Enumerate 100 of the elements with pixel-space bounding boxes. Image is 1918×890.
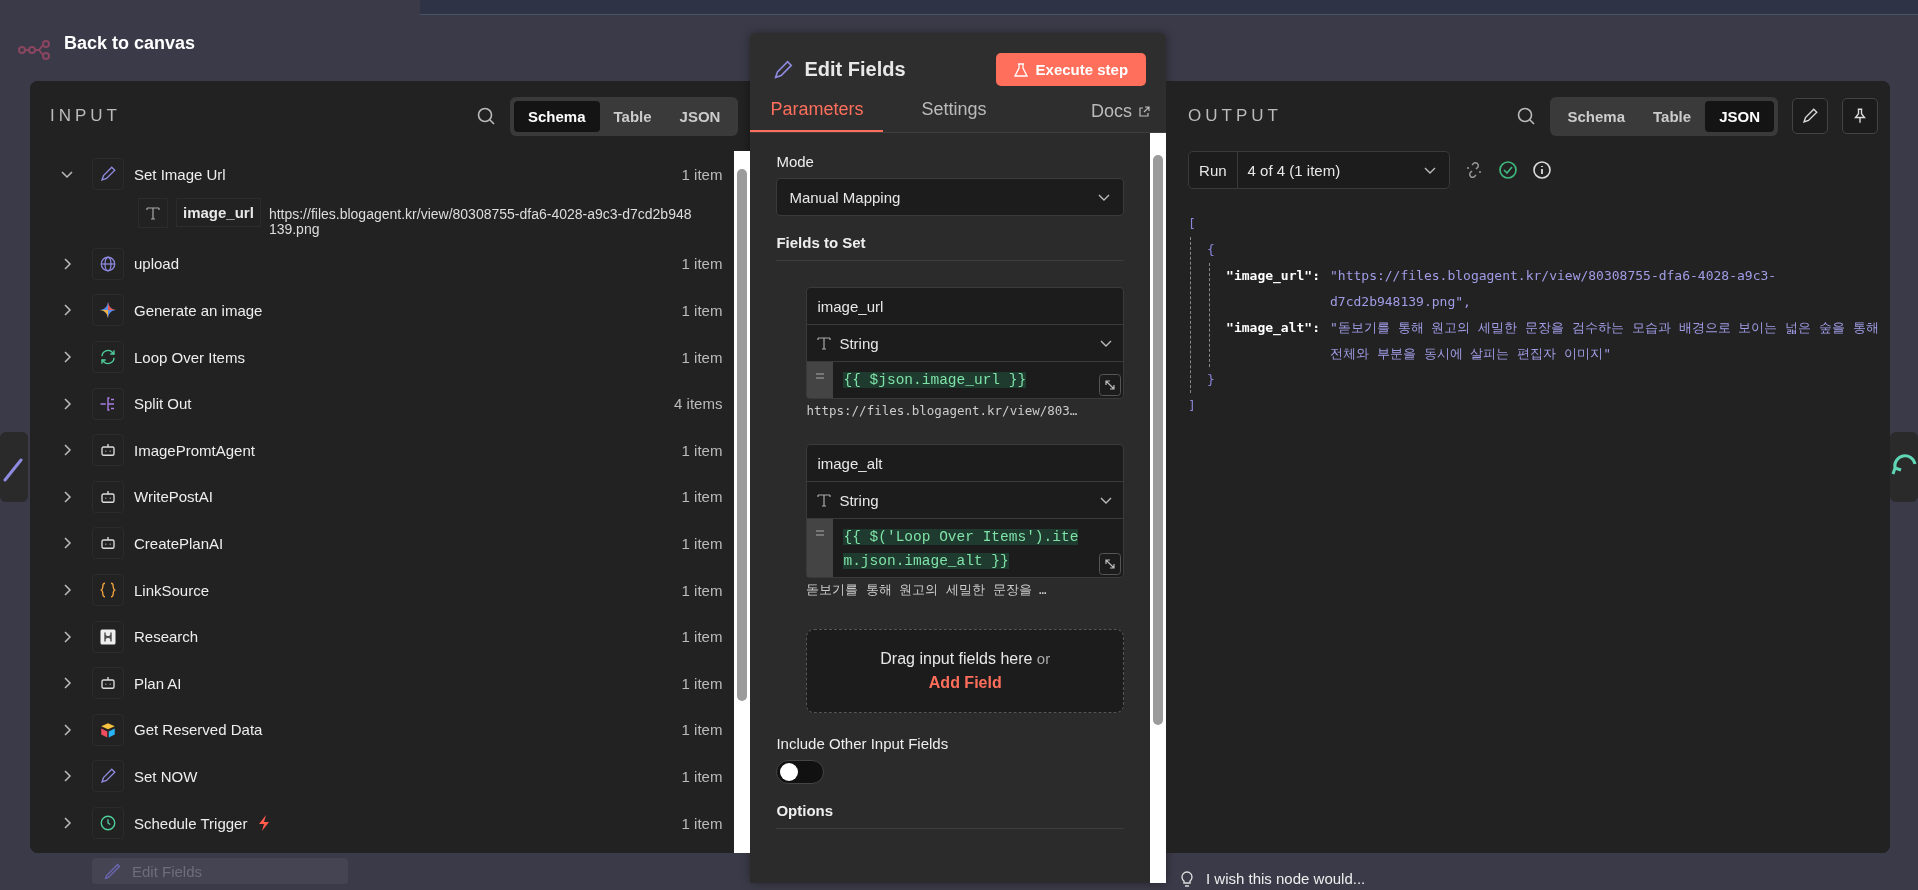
section-label: Options (776, 802, 1125, 829)
item-count: 1 item (681, 628, 723, 646)
json-bracket: ] (1188, 397, 1197, 415)
info-icon[interactable] (1532, 160, 1553, 180)
node-name: Get Reserved Data (134, 721, 263, 739)
item-count: 1 item (681, 302, 723, 319)
item-count: 1 item (681, 534, 723, 552)
docs-link[interactable]: Docs (1091, 101, 1151, 132)
json-brace: } (1207, 371, 1216, 389)
panel-tab[interactable]: Settings (901, 91, 1007, 132)
json-brace: { (1207, 241, 1216, 259)
item-count: 1 item (681, 348, 723, 366)
external-link-icon (1138, 105, 1151, 118)
type-dropdown[interactable]: String (807, 482, 1124, 519)
scrollbar[interactable] (1150, 133, 1167, 883)
braces-icon (99, 581, 117, 600)
canvas-node[interactable] (1890, 432, 1918, 502)
node-title: Edit Fields (804, 58, 907, 81)
drop-hint: Drag input fields here (880, 650, 1033, 667)
expression-field[interactable]: {{ $json.image_url }} (833, 362, 1124, 398)
json-key: "image_alt": (1226, 315, 1320, 367)
node-name: Loop Over Items (134, 348, 245, 366)
item-count: 1 item (681, 255, 723, 273)
field-key[interactable]: image_url (176, 197, 261, 227)
run-selector[interactable]: Run 4 of 4 (1 item) (1188, 151, 1451, 189)
node-name: CreatePlanAI (134, 534, 224, 552)
node-row[interactable]: CreatePlanAI 1 item (52, 520, 723, 567)
lightning-icon (257, 815, 272, 831)
parameter-label: Include Other Input Fields (776, 735, 950, 752)
canvas-node[interactable] (0, 432, 28, 502)
node-name: Split Out (134, 395, 192, 413)
equals-icon (815, 529, 826, 537)
item-count: 1 item (681, 581, 723, 599)
view-tab[interactable]: Schema (1553, 100, 1640, 132)
toggle-switch[interactable] (776, 760, 825, 784)
item-count: 1 item (681, 441, 723, 459)
mode-dropdown[interactable]: Manual Mapping (776, 178, 1125, 216)
node-name: Schedule Trigger (134, 814, 248, 832)
node-row[interactable]: Get Reserved Data 1 item (52, 706, 723, 754)
search-icon[interactable] (475, 106, 496, 126)
node-name: ImagePromtAgent (134, 441, 255, 459)
edit-button[interactable] (1792, 98, 1828, 134)
expand-icon[interactable] (1099, 553, 1122, 575)
expression-preview: https://files.blogagent.kr/view/803… (806, 403, 1079, 418)
node-row[interactable]: upload 1 item (52, 240, 723, 288)
item-count: 1 item (681, 814, 723, 832)
node-name: LinkSource (134, 581, 210, 599)
node-row[interactable]: Plan AI 1 item (52, 659, 723, 707)
node-name: upload (134, 255, 180, 273)
json-key: "image_url": (1226, 263, 1320, 315)
item-count: 1 item (681, 674, 723, 692)
pencil-icon (99, 767, 117, 786)
loop-icon (99, 348, 117, 367)
node-row[interactable]: Generate an image 1 item (52, 287, 723, 334)
feedback-prompt[interactable]: I wish this node would... (1180, 869, 1366, 888)
node-name: Generate an image (134, 302, 263, 319)
json-value: "https://files.blogagent.kr/view/80308755-dfa6-4028-a9c3-d7cd2b948139.png", (1330, 267, 1778, 311)
item-count: 1 item (681, 767, 723, 785)
field-value: https://files.blogagent.kr/view/80308755-dfa6-4028-a9c3-d7cd2b948139.png (268, 204, 693, 237)
item-count: 1 item (681, 165, 723, 183)
type-dropdown[interactable]: String (807, 325, 1124, 362)
node-name: Research (134, 628, 199, 646)
pencil-icon (772, 58, 795, 81)
view-tab[interactable]: JSON (665, 100, 735, 132)
node-row[interactable]: Loop Over Items 1 item (52, 333, 723, 381)
lightbulb-icon (1180, 869, 1194, 888)
view-tab[interactable]: Table (599, 100, 666, 132)
panel-title: INPUT (50, 106, 122, 126)
node-name: WritePostAI (134, 488, 213, 506)
node-row[interactable]: ImagePromtAgent 1 item (52, 426, 723, 474)
add-field-link[interactable]: Add Field (928, 674, 1002, 692)
node-row[interactable]: Set NOW 1 item (52, 753, 723, 800)
back-to-canvas-button[interactable]: Back to canvas (64, 32, 196, 54)
pin-button[interactable] (1842, 98, 1878, 134)
view-tab[interactable]: Table (1639, 100, 1706, 132)
view-tab[interactable]: Schema (513, 100, 600, 132)
field-name-input[interactable]: image_alt (807, 445, 1124, 482)
view-tab[interactable]: JSON (1705, 100, 1774, 132)
expression-preview: 돋보기를 통해 원고의 세밀한 문장을 … (806, 582, 1048, 599)
search-icon[interactable] (1515, 106, 1536, 126)
globe-icon (99, 254, 117, 273)
node-row[interactable]: LinkSource 1 item (52, 566, 723, 614)
field-name-input[interactable]: image_url (807, 288, 1124, 325)
expand-icon[interactable] (1099, 374, 1122, 396)
equals-icon (815, 372, 826, 380)
text-type-icon (817, 336, 832, 350)
item-count: 4 items (674, 395, 723, 413)
node-row[interactable]: Set Image Url 1 item (52, 151, 723, 198)
parameter-label: Mode (776, 153, 815, 170)
node-row[interactable]: WritePostAI 1 item (52, 473, 723, 521)
flask-icon (1013, 62, 1028, 77)
panel-title: OUTPUT (1188, 106, 1283, 126)
node-row[interactable]: Schedule Trigger 1 item (52, 799, 723, 847)
drop-or: or (1036, 650, 1051, 667)
text-type-icon (817, 493, 832, 507)
node-row[interactable]: Research 1 item (52, 613, 723, 660)
node-row[interactable]: Split Out 4 items (52, 380, 723, 427)
scrollbar[interactable] (734, 151, 751, 853)
drop-zone[interactable]: Drag input fields here or Add Field (806, 629, 1125, 713)
section-label: Fields to Set (776, 234, 1125, 261)
